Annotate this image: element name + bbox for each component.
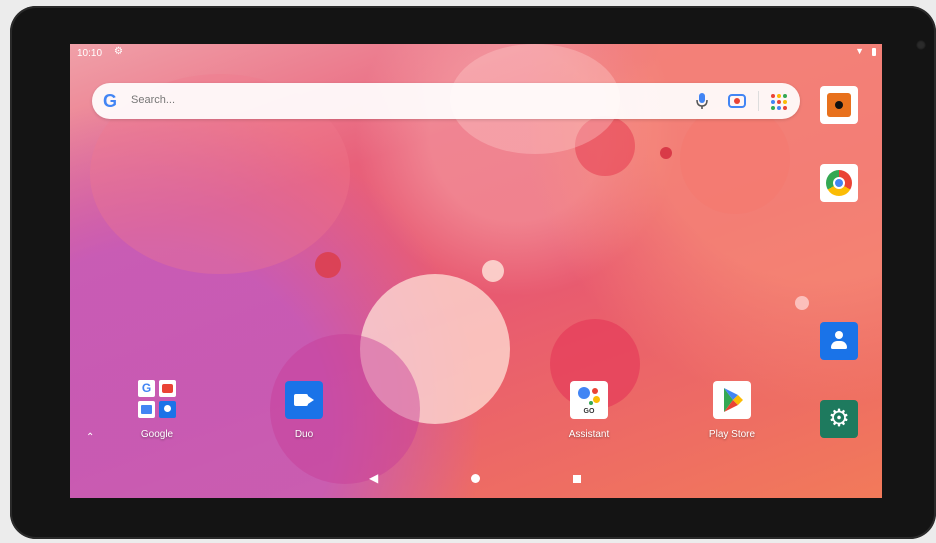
app-label: Google (140, 429, 174, 440)
google-g-icon: G (103, 91, 118, 111)
camera-app-icon[interactable] (820, 86, 858, 124)
back-button[interactable]: ◀ (369, 471, 378, 485)
lens-icon[interactable] (728, 93, 746, 109)
settings-app-icon[interactable]: ⚙ (820, 400, 858, 438)
settings-icon: ⚙ (114, 46, 123, 57)
search-input[interactable]: Search... (131, 94, 175, 106)
wallpaper-bubble (795, 296, 809, 310)
apps-grid-icon[interactable] (771, 94, 787, 110)
swipe-up-indicator[interactable]: ⌃ (86, 432, 94, 443)
play-triangle-icon (724, 388, 743, 412)
wifi-icon: ▼ (855, 46, 864, 56)
google-folder-icon[interactable]: G (138, 380, 176, 418)
battery-icon (872, 48, 876, 56)
mic-icon[interactable] (695, 92, 709, 110)
front-camera (916, 40, 926, 50)
recents-button[interactable] (573, 475, 581, 483)
wallpaper-bubble (660, 147, 672, 159)
duo-icon[interactable] (285, 381, 323, 419)
home-screen: 10:10 ⚙ ▼ G Search... ⚙ G Google Duo GO … (70, 44, 882, 498)
wallpaper-bubble (315, 252, 341, 278)
app-label: Duo (294, 429, 314, 440)
chrome-icon[interactable] (820, 164, 858, 202)
status-bar: 10:10 ⚙ ▼ (70, 44, 882, 64)
app-label: Assistant (568, 429, 610, 440)
status-time: 10:10 (77, 48, 103, 59)
home-button[interactable] (471, 474, 480, 483)
google-search-bar[interactable]: G Search... (92, 83, 800, 119)
wallpaper-bubble (482, 260, 504, 282)
assistant-icon[interactable]: GO (570, 381, 608, 419)
search-divider (758, 91, 759, 111)
play-store-icon[interactable] (713, 381, 751, 419)
contacts-icon[interactable] (820, 322, 858, 360)
wallpaper-bubble (680, 104, 790, 214)
app-label: Play Store (708, 429, 756, 440)
